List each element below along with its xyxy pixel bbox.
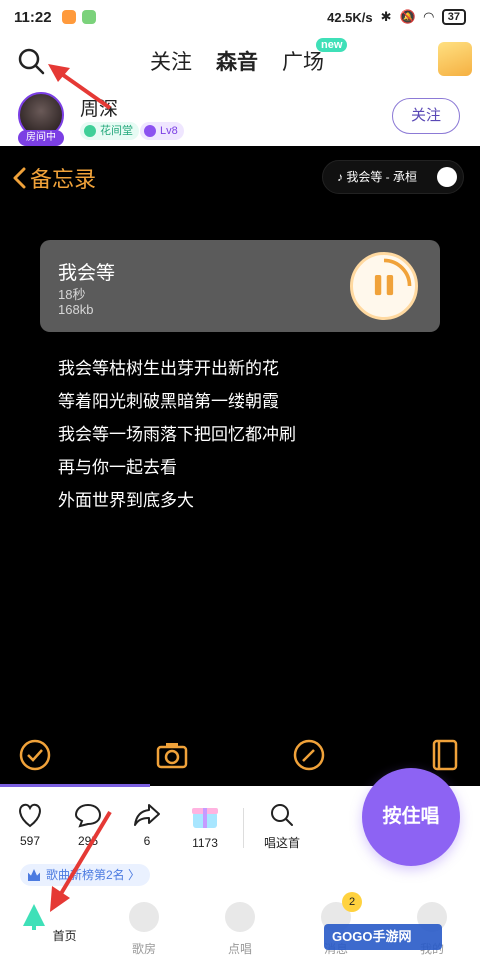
audio-title: 我会等 xyxy=(58,263,116,284)
comment-button[interactable]: 295 xyxy=(63,802,113,848)
hold-to-sing-button[interactable]: 按住唱 xyxy=(362,768,460,866)
pause-icon[interactable] xyxy=(350,252,418,320)
tree-icon xyxy=(23,904,46,930)
watermark: GOGO手游网 xyxy=(324,924,442,950)
battery-icon: 37 xyxy=(441,9,466,25)
nav-request-label: 点唱 xyxy=(227,942,252,956)
status-time: 11:22 xyxy=(14,8,52,26)
app-notification-icon xyxy=(81,10,96,24)
username[interactable]: 周深 xyxy=(80,94,118,121)
sing-this-button[interactable]: 唱这首 xyxy=(257,802,307,851)
lyric-line: 外面世界到底多大 xyxy=(58,491,194,510)
lyric-line: 我会等枯树生出芽开出新的花 xyxy=(58,359,279,378)
audio-card[interactable]: 我会等 18秒 168kb xyxy=(40,240,440,332)
nav-home[interactable]: 首页 xyxy=(18,902,78,944)
nav-song-room-label: 歌房 xyxy=(131,942,156,956)
camera-icon[interactable] xyxy=(155,738,189,772)
nav-home-label: 首页 xyxy=(52,929,77,943)
chevron-left-icon xyxy=(13,167,26,189)
lyric-line: 等着阳光刺破黑暗第一缕朝霞 xyxy=(58,392,279,411)
divider xyxy=(243,808,244,848)
nav-song-room[interactable]: 歌房 xyxy=(114,902,174,957)
gift-icon xyxy=(192,808,218,828)
search-icon xyxy=(271,804,293,826)
new-badge: new xyxy=(316,38,348,52)
comment-count: 295 xyxy=(77,834,99,848)
now-playing-pill[interactable]: ♪ 我会等 - 承桓 xyxy=(322,160,464,194)
room-status-badge: 房间中 xyxy=(18,130,64,146)
top-nav: 关注 森音 广场 new xyxy=(0,34,480,88)
share-count: 6 xyxy=(143,834,151,848)
nav-request[interactable]: 点唱 xyxy=(210,902,270,957)
gift-count: 1173 xyxy=(192,836,218,850)
lyric-line: 我会等一场雨落下把回忆都冲刷 xyxy=(58,425,296,444)
status-right: 42.5K/s ✱ 🔕 ◠ 37 xyxy=(327,9,466,25)
rank-badge[interactable]: 歌曲新榜第2名 〉 xyxy=(20,864,151,886)
app-notification-icon xyxy=(61,10,76,24)
check-icon[interactable] xyxy=(18,738,52,772)
follow-button[interactable]: 关注 xyxy=(392,98,460,134)
memo-panel: 备忘录 ♪ 我会等 - 承桓 我会等 18秒 168kb 我会等枯树生出芽开出新… xyxy=(0,146,480,786)
message-count-badge: 2 xyxy=(342,892,362,912)
audio-duration: 18秒 xyxy=(58,287,86,302)
like-button[interactable]: 597 xyxy=(5,802,55,848)
play-icon[interactable] xyxy=(437,167,457,187)
tab-senyin[interactable]: 森音 xyxy=(216,46,258,78)
notebook-icon[interactable] xyxy=(428,738,462,772)
treasure-box-icon[interactable] xyxy=(438,42,472,76)
comment-icon xyxy=(74,803,102,828)
heart-icon xyxy=(19,803,41,828)
lyrics: 我会等枯树生出芽开出新的花 等着阳光刺破黑暗第一缕朝霞 我会等一场雨落下把回忆都… xyxy=(58,352,296,517)
bluetooth-icon: ✱ xyxy=(380,9,392,24)
like-count: 597 xyxy=(19,834,41,848)
share-button[interactable]: 6 xyxy=(122,802,172,848)
sing-this-label: 唱这首 xyxy=(263,836,300,850)
wifi-icon: ◠ xyxy=(423,9,434,24)
music-note-icon: ♪ xyxy=(337,170,347,184)
level-tag: Lv8 xyxy=(140,122,184,140)
playback-progress xyxy=(0,784,150,787)
mute-icon: 🔕 xyxy=(399,9,416,24)
memo-title: 备忘录 xyxy=(30,167,97,192)
share-icon xyxy=(134,804,160,826)
group-tag[interactable]: 花间堂 xyxy=(80,122,139,140)
network-speed: 42.5K/s xyxy=(327,9,373,25)
profile-row: 房间中 周深 花间堂 Lv8 关注 xyxy=(0,88,480,146)
audio-size: 168kb xyxy=(58,302,94,317)
now-playing-text: 我会等 - 承桓 xyxy=(346,170,418,184)
top-tabs: 关注 森音 广场 xyxy=(150,46,324,78)
status-app-icons xyxy=(61,10,96,24)
status-bar: 11:22 42.5K/s ✱ 🔕 ◠ 37 xyxy=(0,0,480,34)
memo-back-button[interactable]: 备忘录 xyxy=(12,162,96,194)
pencil-icon[interactable] xyxy=(292,738,326,772)
tab-follow[interactable]: 关注 xyxy=(150,46,192,76)
music-note-icon xyxy=(129,902,159,932)
microphone-icon xyxy=(225,902,255,932)
gift-button[interactable]: 1173 xyxy=(180,802,230,850)
lyric-line: 再与你一起去看 xyxy=(58,458,177,477)
search-icon[interactable] xyxy=(16,46,46,76)
